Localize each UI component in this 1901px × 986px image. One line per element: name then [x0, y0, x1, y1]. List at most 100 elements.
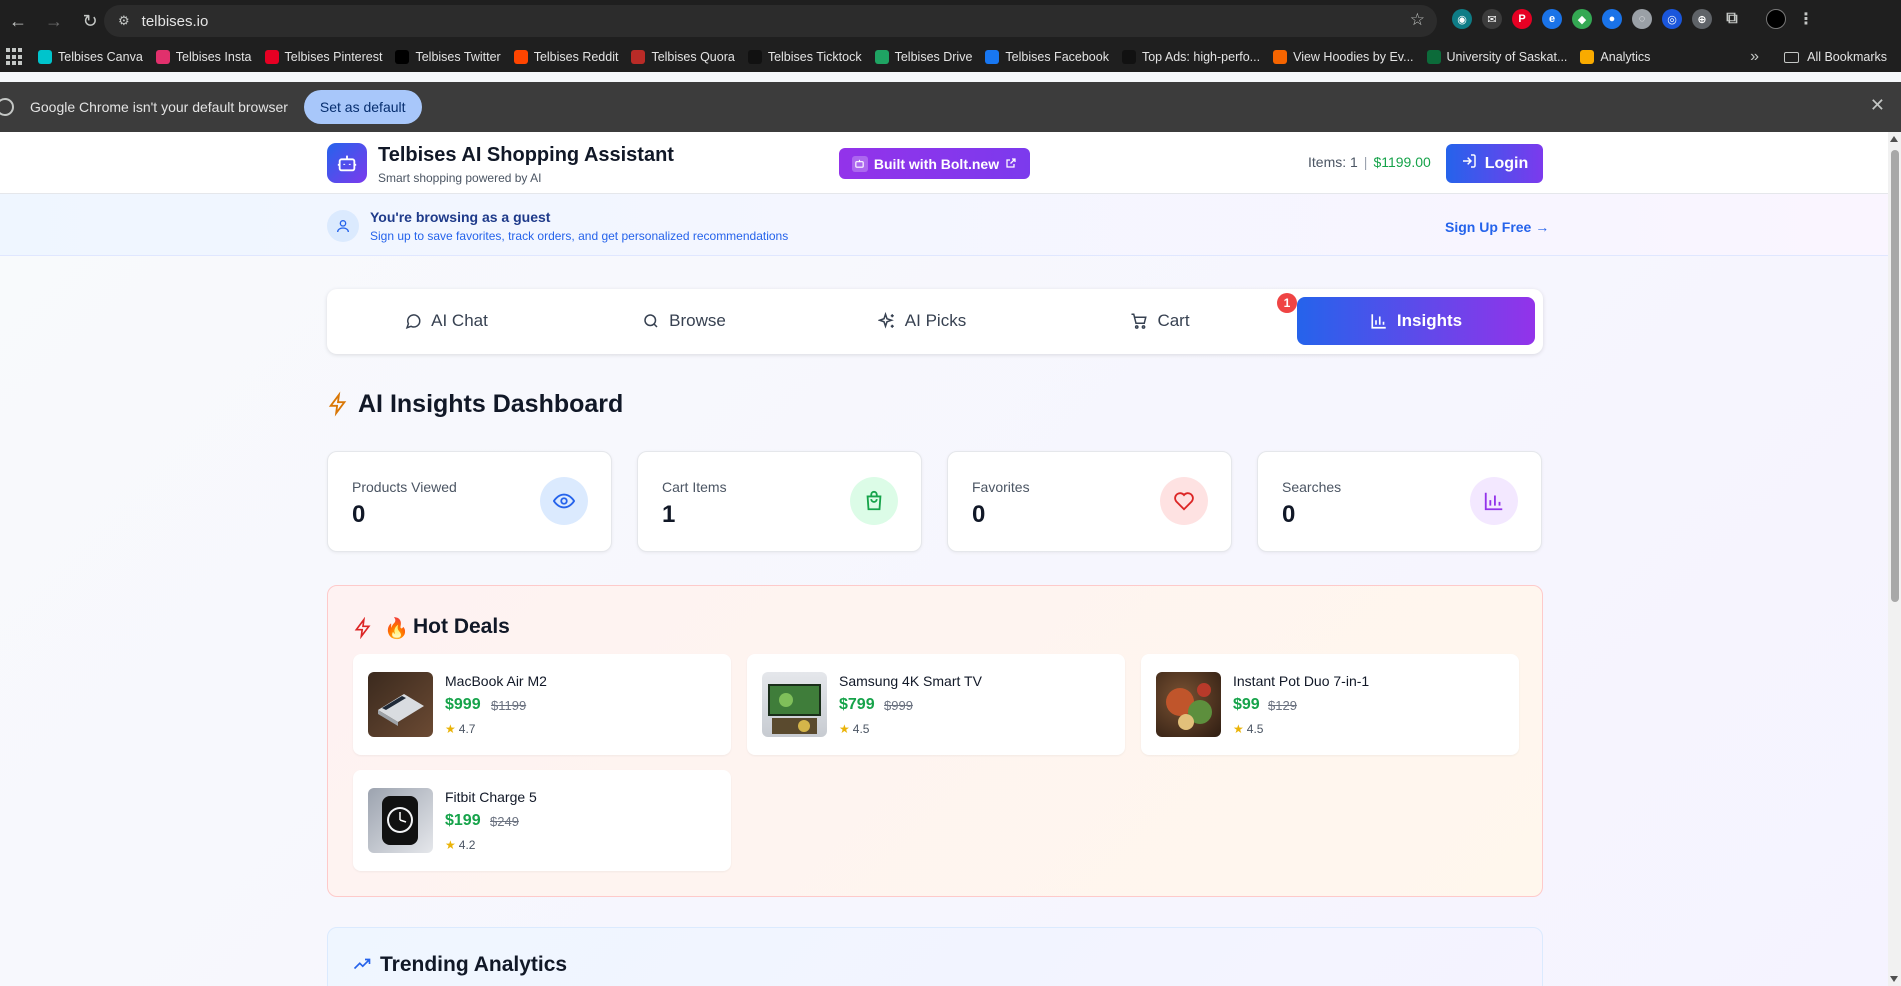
- scroll-down-arrow[interactable]: [1890, 976, 1898, 982]
- address-bar[interactable]: ⚙ telbises.io ☆: [104, 5, 1437, 37]
- bookmark-item[interactable]: Telbises Canva: [38, 50, 143, 64]
- deal-card[interactable]: MacBook Air M2 $999 $1199 ★ 4.7: [353, 654, 731, 755]
- guest-banner: You're browsing as a guest Sign up to sa…: [0, 194, 1888, 256]
- shopping-bag-icon: [850, 477, 898, 525]
- bookmark-label: View Hoodies by Ev...: [1293, 50, 1414, 64]
- external-link-icon: [1005, 156, 1017, 172]
- bookmark-item[interactable]: Telbises Insta: [155, 50, 252, 64]
- url-text[interactable]: telbises.io: [142, 13, 209, 30]
- bookmark-item[interactable]: University of Saskat...: [1426, 50, 1568, 64]
- deal-card[interactable]: Fitbit Charge 5 $199 $249 ★ 4.2: [353, 770, 731, 871]
- rating-value: 4.2: [458, 838, 476, 852]
- built-with-bolt-button[interactable]: Built with Bolt.new: [839, 148, 1030, 179]
- site-info-icon[interactable]: ⚙: [118, 13, 130, 29]
- bookmark-label: Telbises Twitter: [415, 50, 501, 64]
- rating-value: 4.5: [852, 722, 870, 736]
- bookmark-item[interactable]: Telbises Reddit: [513, 50, 619, 64]
- tab-ai-chat[interactable]: AI Chat: [327, 297, 565, 345]
- extension-icon[interactable]: ⊕: [1692, 9, 1712, 29]
- star-icon: ★: [445, 838, 456, 852]
- back-icon[interactable]: ←: [0, 0, 36, 42]
- trending-up-icon: [353, 958, 371, 970]
- sign-up-link[interactable]: Sign Up Free →: [1445, 219, 1549, 235]
- bookmark-item[interactable]: Top Ads: high-perfo...: [1121, 50, 1260, 64]
- extension-icon[interactable]: ◆: [1572, 9, 1592, 29]
- bookmark-item[interactable]: Telbises Twitter: [395, 50, 501, 64]
- bookmark-item[interactable]: Telbises Ticktock: [747, 50, 862, 64]
- set-default-button[interactable]: Set as default: [303, 90, 422, 124]
- chrome-icon: [0, 98, 14, 116]
- scroll-up-arrow[interactable]: [1890, 136, 1898, 142]
- pinterest-extension-icon[interactable]: P: [1512, 9, 1532, 29]
- extension-icon[interactable]: ✉: [1482, 9, 1502, 29]
- extension-icon[interactable]: ◎: [1662, 9, 1682, 29]
- deal-price: $799: [839, 696, 875, 713]
- stat-card-favorites: Favorites 0: [947, 451, 1232, 552]
- extension-icon[interactable]: ◉: [1452, 9, 1472, 29]
- bookmark-label: University of Saskat...: [1446, 50, 1568, 64]
- stat-label: Products Viewed: [352, 479, 457, 495]
- bar-chart-icon: [1371, 314, 1386, 329]
- cart-summary: Items: 1 | $1199.00: [1308, 154, 1431, 170]
- bookmarks-overflow-icon[interactable]: »: [1750, 48, 1759, 66]
- deal-name: Instant Pot Duo 7-in-1: [1233, 673, 1370, 689]
- profile-avatar[interactable]: [1766, 9, 1786, 29]
- deal-old-price: $249: [490, 814, 519, 829]
- bookmark-item[interactable]: Analytics: [1580, 50, 1650, 64]
- default-browser-infobar: Google Chrome isn't your default browser…: [0, 82, 1901, 132]
- bookmark-favicon-icon: [747, 50, 762, 64]
- extension-icon[interactable]: e: [1542, 9, 1562, 29]
- main-tabs: AI Chat Browse AI Picks Cart 1 Insights: [327, 289, 1543, 354]
- rating-value: 4.7: [458, 722, 476, 736]
- tab-browse[interactable]: Browse: [565, 297, 803, 345]
- apps-grid-icon[interactable]: [6, 48, 24, 66]
- forward-icon[interactable]: →: [36, 0, 72, 42]
- bot-icon: [851, 155, 868, 172]
- deal-rating: ★ 4.5: [839, 722, 869, 736]
- bookmark-item[interactable]: Telbises Facebook: [985, 50, 1109, 64]
- lightning-icon: [354, 617, 371, 639]
- cart-icon: [1131, 313, 1148, 329]
- bookmark-favicon-icon: [1121, 50, 1136, 64]
- bookmark-item[interactable]: Telbises Pinterest: [264, 50, 383, 64]
- stat-value: 1: [662, 501, 676, 528]
- all-bookmarks-label: All Bookmarks: [1807, 50, 1887, 64]
- reload-icon[interactable]: ↻: [72, 0, 108, 42]
- product-image: [368, 672, 433, 737]
- bolt-label: Built with Bolt.new: [873, 155, 1000, 172]
- bookmark-item[interactable]: Telbises Quora: [631, 50, 735, 64]
- bookmark-item[interactable]: Telbises Drive: [874, 50, 972, 64]
- all-bookmarks-button[interactable]: All Bookmarks: [1784, 50, 1887, 64]
- close-icon[interactable]: ✕: [1870, 95, 1885, 116]
- login-button[interactable]: Login: [1446, 144, 1543, 183]
- deal-card[interactable]: Samsung 4K Smart TV $799 $999 ★ 4.5: [747, 654, 1125, 755]
- infobar-text: Google Chrome isn't your default browser: [30, 99, 288, 115]
- bookmark-star-icon[interactable]: ☆: [1410, 10, 1425, 30]
- guest-subtitle: Sign up to save favorites, track orders,…: [370, 229, 789, 243]
- tab-ai-picks[interactable]: AI Picks: [803, 297, 1041, 345]
- hot-deals-section: 🔥 Hot Deals MacBook Air M2 $999 $1199 ★ 4…: [327, 585, 1543, 897]
- stat-card-cart-items: Cart Items 1: [637, 451, 922, 552]
- bar-chart-icon: [1470, 477, 1518, 525]
- deal-rating: ★ 4.7: [445, 722, 475, 736]
- menu-kebab-icon[interactable]: ⋮: [1796, 9, 1816, 29]
- browser-toolbar: ← → ↻ ⚙ telbises.io ☆ ◉ ✉ P e ◆ ● ◌ ◎ ⊕ …: [0, 0, 1901, 42]
- bookmark-favicon-icon: [155, 50, 170, 64]
- bookmark-label: Telbises Reddit: [533, 50, 619, 64]
- brand-subtitle: Smart shopping powered by AI: [378, 171, 542, 185]
- bookmark-favicon-icon: [1580, 50, 1595, 64]
- deal-card[interactable]: Instant Pot Duo 7-in-1 $99 $129 ★ 4.5: [1141, 654, 1519, 755]
- tab-cart[interactable]: Cart: [1041, 297, 1279, 345]
- extension-icon[interactable]: ●: [1602, 9, 1622, 29]
- cart-total: $1199.00: [1373, 154, 1431, 170]
- stat-card-searches: Searches 0: [1257, 451, 1542, 552]
- scrollbar-thumb[interactable]: [1891, 150, 1899, 602]
- bookmark-label: Telbises Pinterest: [284, 50, 383, 64]
- tab-insights[interactable]: Insights: [1297, 297, 1535, 345]
- bookmark-item[interactable]: View Hoodies by Ev...: [1273, 50, 1414, 64]
- app-header: Telbises AI Shopping Assistant Smart sho…: [0, 132, 1888, 194]
- extensions-puzzle-icon[interactable]: ⧉: [1722, 9, 1742, 29]
- extension-icon[interactable]: ◌: [1632, 9, 1652, 29]
- bookmark-favicon-icon: [38, 50, 52, 64]
- bookmark-label: Telbises Canva: [58, 50, 143, 64]
